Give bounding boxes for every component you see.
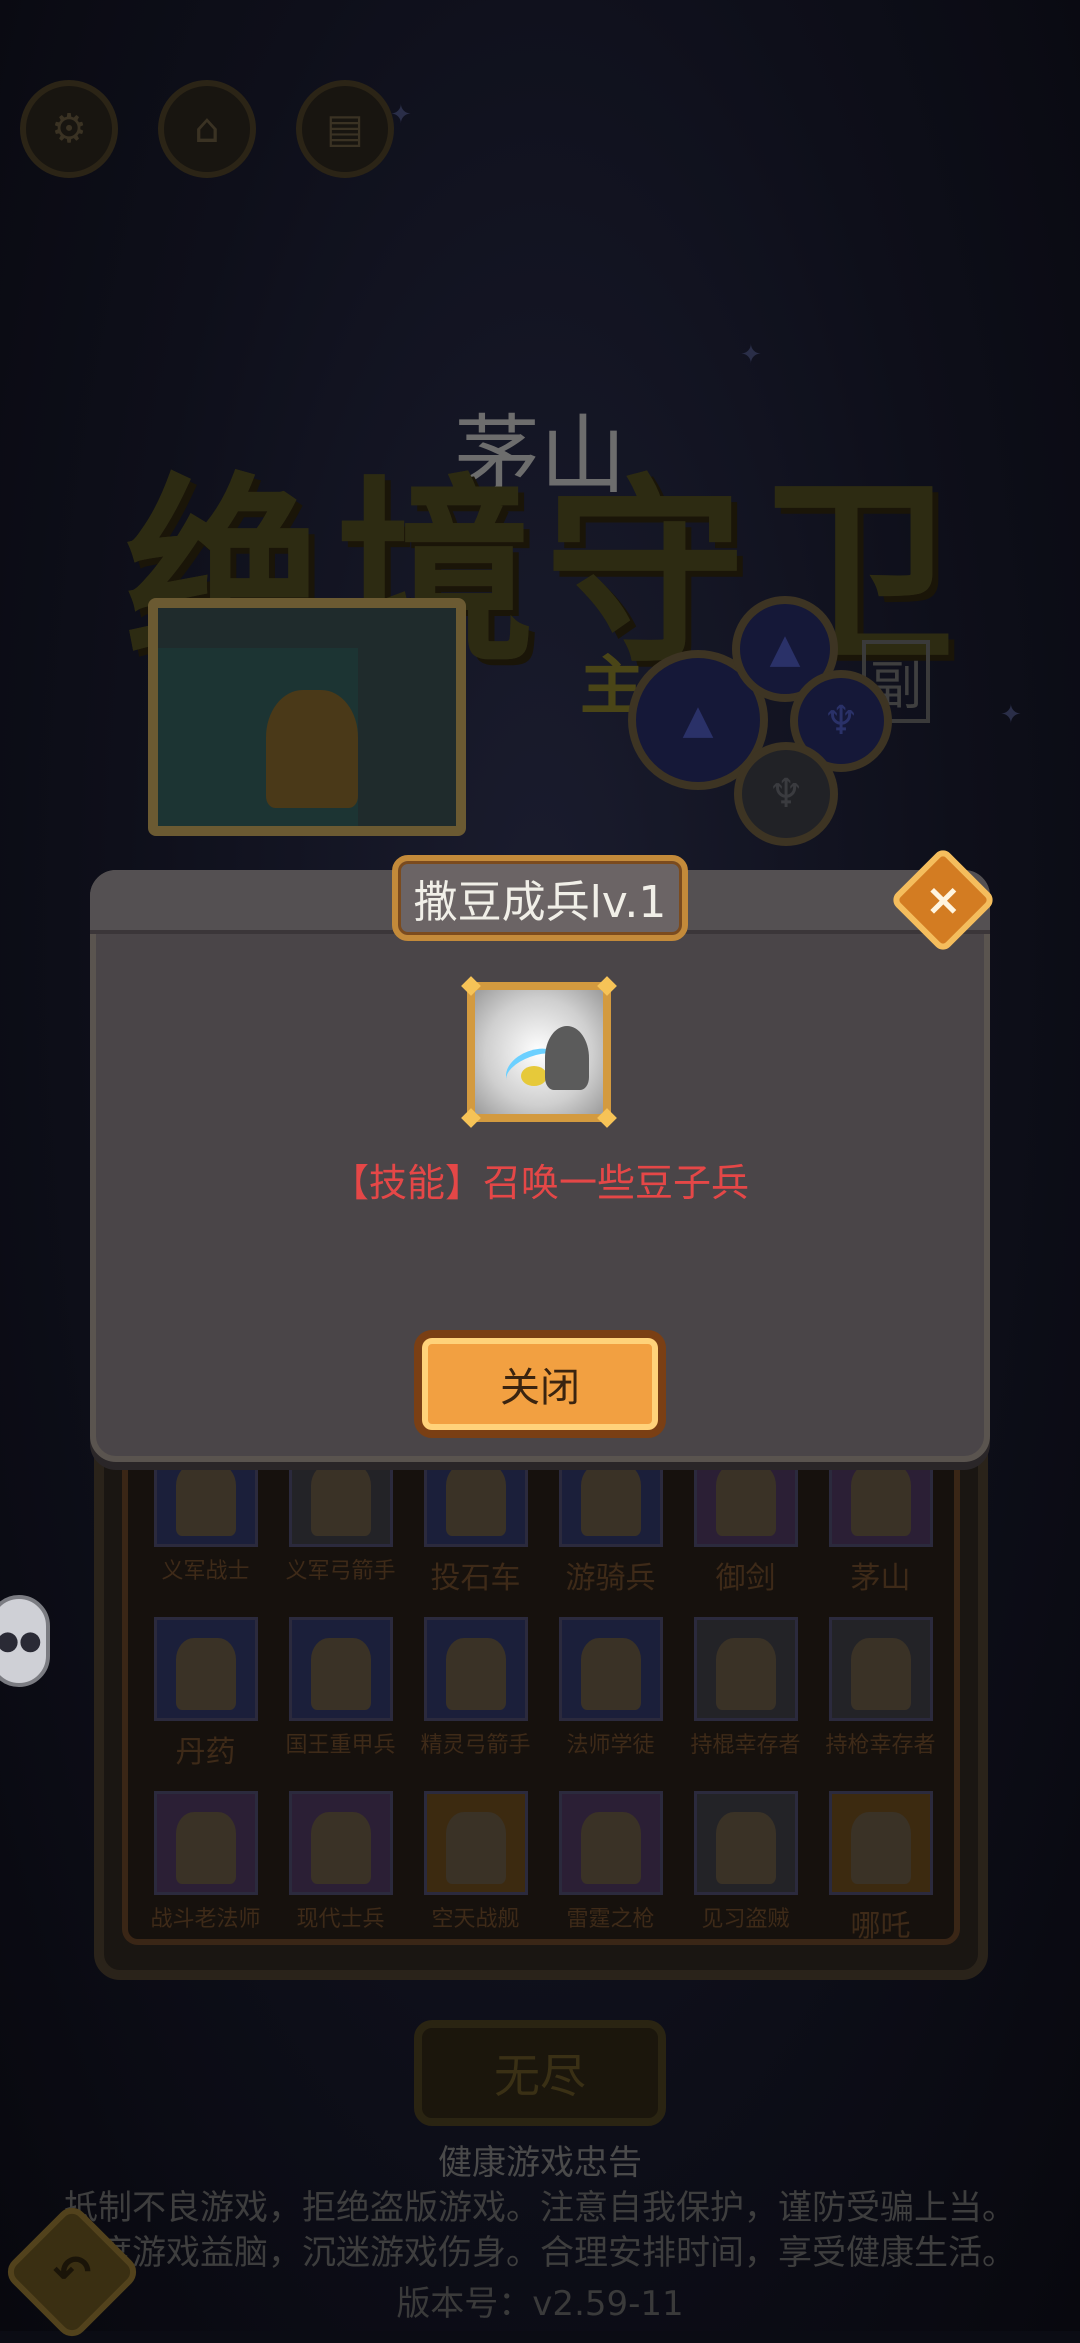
- skill-icon-frame: [461, 976, 617, 1128]
- skill-modal-title: 撒豆成兵lv.1: [392, 855, 688, 941]
- skill-description: 【技能】召唤一些豆子兵: [330, 1161, 749, 1205]
- modal-close-button[interactable]: 关闭: [414, 1330, 666, 1438]
- bean-icon: [521, 1066, 547, 1086]
- bean-soldier-icon: [545, 1026, 589, 1090]
- close-icon: ×: [924, 874, 962, 925]
